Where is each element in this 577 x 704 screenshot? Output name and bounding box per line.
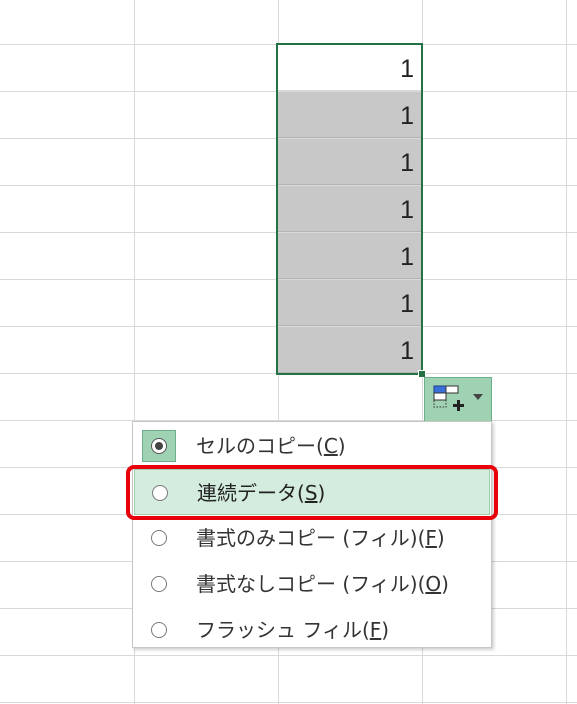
menu-item-fill-series[interactable]: 連続データ(S) (134, 469, 490, 515)
radio-button (151, 576, 167, 592)
row-divider (0, 373, 577, 374)
spreadsheet-cell[interactable]: 1 (278, 186, 422, 232)
spreadsheet-cell[interactable]: 1 (278, 233, 422, 279)
radio-selected (142, 430, 176, 462)
menu-item-fill-formatting-only[interactable]: 書式のみコピー (フィル)(F) (134, 515, 490, 561)
spreadsheet-cell[interactable]: 1 (278, 45, 422, 91)
menu-item-label: 書式のみコピー (フィル)(F) (196, 526, 445, 550)
menu-item-fill-without-formatting[interactable]: 書式なしコピー (フィル)(O) (134, 561, 490, 607)
menu-item-label: 連続データ(S) (197, 481, 326, 505)
autofill-options-icon (433, 385, 464, 411)
spreadsheet-cell[interactable]: 1 (278, 327, 422, 373)
autofill-options-button[interactable] (424, 377, 492, 422)
row-divider (0, 655, 577, 656)
radio-button (151, 622, 167, 638)
menu-item-copy-cells[interactable]: セルのコピー(C) (134, 423, 490, 469)
spreadsheet-cell[interactable]: 1 (278, 280, 422, 326)
dropdown-arrow-icon (473, 394, 483, 400)
autofill-options-menu: セルのコピー(C) 連続データ(S) 書式のみコピー (フィル)(F) 書式なし… (132, 421, 492, 648)
spreadsheet-cell[interactable]: 1 (278, 92, 422, 138)
column-divider (566, 0, 567, 704)
radio-button (151, 530, 167, 546)
spreadsheet-cell[interactable]: 1 (278, 139, 422, 185)
menu-item-label: 書式なしコピー (フィル)(O) (196, 572, 449, 596)
menu-item-flash-fill[interactable]: フラッシュ フィル(F) (134, 607, 490, 653)
radio-button (152, 485, 168, 501)
row-divider (0, 702, 577, 703)
menu-item-label: セルのコピー(C) (196, 434, 346, 458)
menu-item-label: フラッシュ フィル(F) (196, 618, 390, 642)
